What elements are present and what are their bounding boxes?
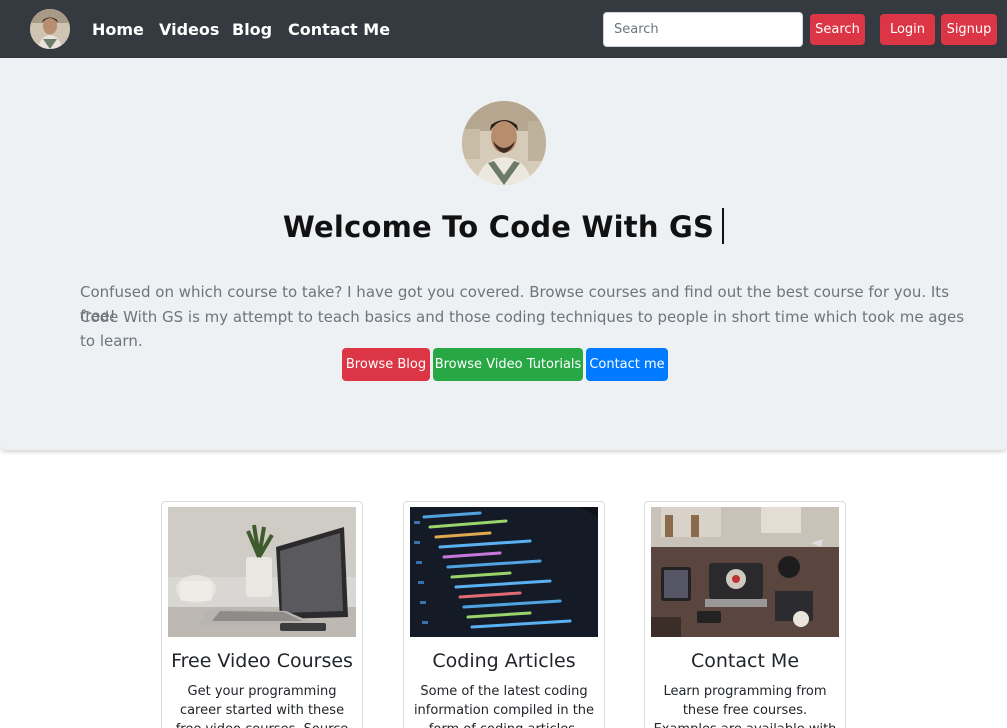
- code-screen-image: [410, 507, 598, 637]
- card-free-video-courses: Free Video Courses Get your programming …: [161, 501, 363, 728]
- hero-title-text: Welcome To Code With GS: [282, 210, 715, 244]
- browse-blog-button[interactable]: Browse Blog: [342, 348, 430, 381]
- navbar: Home Videos Blog Contact Me Search Login…: [0, 0, 1007, 58]
- contact-me-button[interactable]: Contact me: [586, 348, 668, 381]
- card-title: Coding Articles: [432, 650, 576, 672]
- laptop-image: [168, 507, 356, 637]
- signup-button[interactable]: Signup: [941, 14, 997, 45]
- nav-home-link[interactable]: Home: [92, 19, 144, 41]
- card-contact-me: Contact Me Learn programming from these …: [644, 501, 846, 728]
- nav-videos-link[interactable]: Videos: [159, 19, 219, 41]
- card-text: Get your programming career started with…: [176, 684, 349, 728]
- card-title: Free Video Courses: [171, 650, 353, 672]
- nav-contact-link[interactable]: Contact Me: [288, 19, 390, 41]
- hero-section: Welcome To Code With GS Confused on whic…: [0, 58, 1007, 450]
- hero-title: Welcome To Code With GS: [0, 208, 1007, 247]
- hero-description-line-2: Code With GS is my attempt to teach basi…: [80, 308, 965, 350]
- desk-workspace-image: [651, 507, 839, 637]
- search-button[interactable]: Search: [810, 14, 865, 45]
- browse-video-tutorials-button[interactable]: Browse Video Tutorials: [433, 348, 583, 381]
- card-text: Learn programming from these free course…: [654, 684, 837, 728]
- search-input[interactable]: [603, 12, 803, 47]
- nav-blog-link[interactable]: Blog: [232, 19, 272, 41]
- typing-caret: [722, 208, 725, 244]
- hero-avatar: [462, 101, 546, 185]
- card-text: Some of the latest coding information co…: [413, 684, 595, 728]
- profile-avatar[interactable]: [30, 9, 70, 49]
- card-coding-articles: Coding Articles Some of the latest codin…: [403, 501, 605, 728]
- card-title: Contact Me: [690, 650, 800, 672]
- login-button[interactable]: Login: [880, 14, 935, 45]
